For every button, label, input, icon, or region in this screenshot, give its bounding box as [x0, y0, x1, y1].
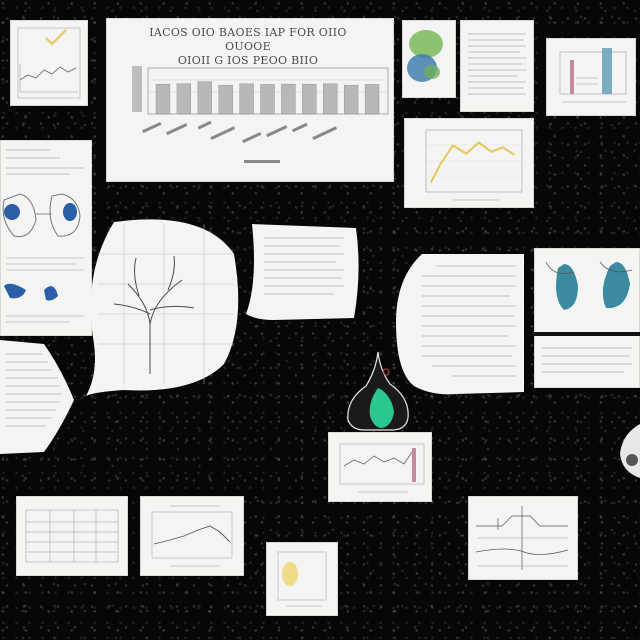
line-chart-sheet: [404, 118, 534, 208]
bottom-left-table-sheet: [16, 496, 128, 576]
poster-bar: [364, 84, 380, 115]
main-bar-chart-poster: IACOS OIO BAOES IAP FOR OIIO OUOOE OIOII…: [106, 18, 394, 182]
center-line-chart-sheet: [328, 432, 432, 502]
top-right-bar-chart-sheet: [546, 38, 636, 116]
yellow-line-chart: [425, 129, 523, 201]
poster-bar: [323, 83, 338, 115]
poster-bar: [281, 83, 296, 115]
blob-diagram-sheet: [402, 20, 456, 98]
text-document-sheet: [460, 20, 534, 112]
poster-bar: [218, 84, 233, 115]
left-text-fragment: [0, 340, 76, 456]
green-flask-figure: [342, 350, 414, 434]
bottom-yellow-chart-sheet: [266, 542, 338, 616]
poster-bar: [302, 83, 317, 115]
poster-bar-chart: [132, 66, 389, 163]
bottom-right-diagram-sheet: [468, 496, 578, 580]
poster-bar: [155, 83, 171, 115]
bottom-curve-chart-sheet: [140, 496, 244, 576]
poster-bar: [197, 81, 212, 115]
top-left-chart-sheet: [10, 20, 88, 106]
right-anatomy-sheet: [534, 248, 640, 388]
right-edge-fragment: [616, 424, 640, 478]
poster-bar: [176, 83, 192, 115]
poster-bar: [239, 83, 254, 115]
poster-bar: [260, 84, 275, 115]
poster-bar: [343, 84, 359, 115]
left-anatomy-sheet: [0, 140, 92, 336]
text-fragment-bubble: [244, 222, 362, 322]
tree-diagram-bubble: [84, 214, 242, 398]
